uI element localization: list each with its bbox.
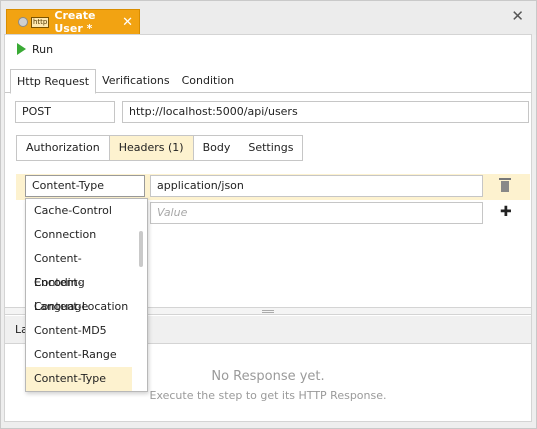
dropdown-option-selected[interactable]: Content-Type xyxy=(26,367,132,391)
dropdown-option[interactable]: Content-Encoding xyxy=(26,247,132,289)
header-name-field[interactable]: Content-Type xyxy=(25,175,145,197)
header-value-field[interactable]: application/json xyxy=(150,175,483,197)
step-subtabs: Http Request Verifications Condition xyxy=(5,69,531,94)
value-placeholder: Value xyxy=(157,206,188,219)
dropdown-option[interactable]: Content-Location xyxy=(26,295,132,319)
tab-http-request[interactable]: Http Request xyxy=(10,69,97,94)
document-tab-strip: http Create User * ✕ ✕ xyxy=(1,1,536,35)
splitter-grip-icon[interactable] xyxy=(262,310,274,313)
run-button[interactable]: Run xyxy=(32,43,53,56)
tab-headers[interactable]: Headers (1) xyxy=(108,136,194,160)
tab-verifications[interactable]: Verifications xyxy=(96,69,176,93)
dropdown-option[interactable]: Content-Range xyxy=(26,343,132,367)
dropdown-option[interactable]: Content-MD5 xyxy=(26,319,132,343)
tab-title: Create User * xyxy=(54,9,96,35)
dropdown-scrollbar[interactable] xyxy=(139,231,143,267)
dropdown-option[interactable]: Connection xyxy=(26,223,132,247)
url-field[interactable]: http://localhost:5000/api/users xyxy=(122,101,529,123)
method-field[interactable]: POST xyxy=(15,101,115,123)
http-icon: http xyxy=(31,16,50,28)
tab-condition[interactable]: Condition xyxy=(176,69,241,93)
toolbar: Run xyxy=(5,35,531,63)
add-header-icon[interactable]: ✚ xyxy=(500,204,512,220)
tab-create-user[interactable]: http Create User * ✕ xyxy=(6,9,140,35)
tab-authorization[interactable]: Authorization xyxy=(17,136,109,160)
new-header-value-field[interactable]: Value xyxy=(150,202,483,224)
dropdown-option[interactable]: Cache-Control xyxy=(26,199,132,223)
status-dot-icon xyxy=(18,17,28,27)
request-tabs: Authorization Headers (1) Body Settings xyxy=(16,135,304,161)
trash-icon[interactable] xyxy=(499,178,511,192)
dropdown-option[interactable]: Content-Language xyxy=(26,271,132,313)
header-name-dropdown[interactable]: Cache-Control Connection Content-Encodin… xyxy=(25,198,148,392)
tab-settings[interactable]: Settings xyxy=(239,136,302,160)
request-editor-window: http Create User * ✕ ✕ Run Http Request … xyxy=(0,0,537,429)
tab-close-icon[interactable]: ✕ xyxy=(122,15,133,30)
window-close-icon[interactable]: ✕ xyxy=(511,7,524,25)
play-icon[interactable] xyxy=(17,43,26,55)
tab-body[interactable]: Body xyxy=(194,136,240,160)
